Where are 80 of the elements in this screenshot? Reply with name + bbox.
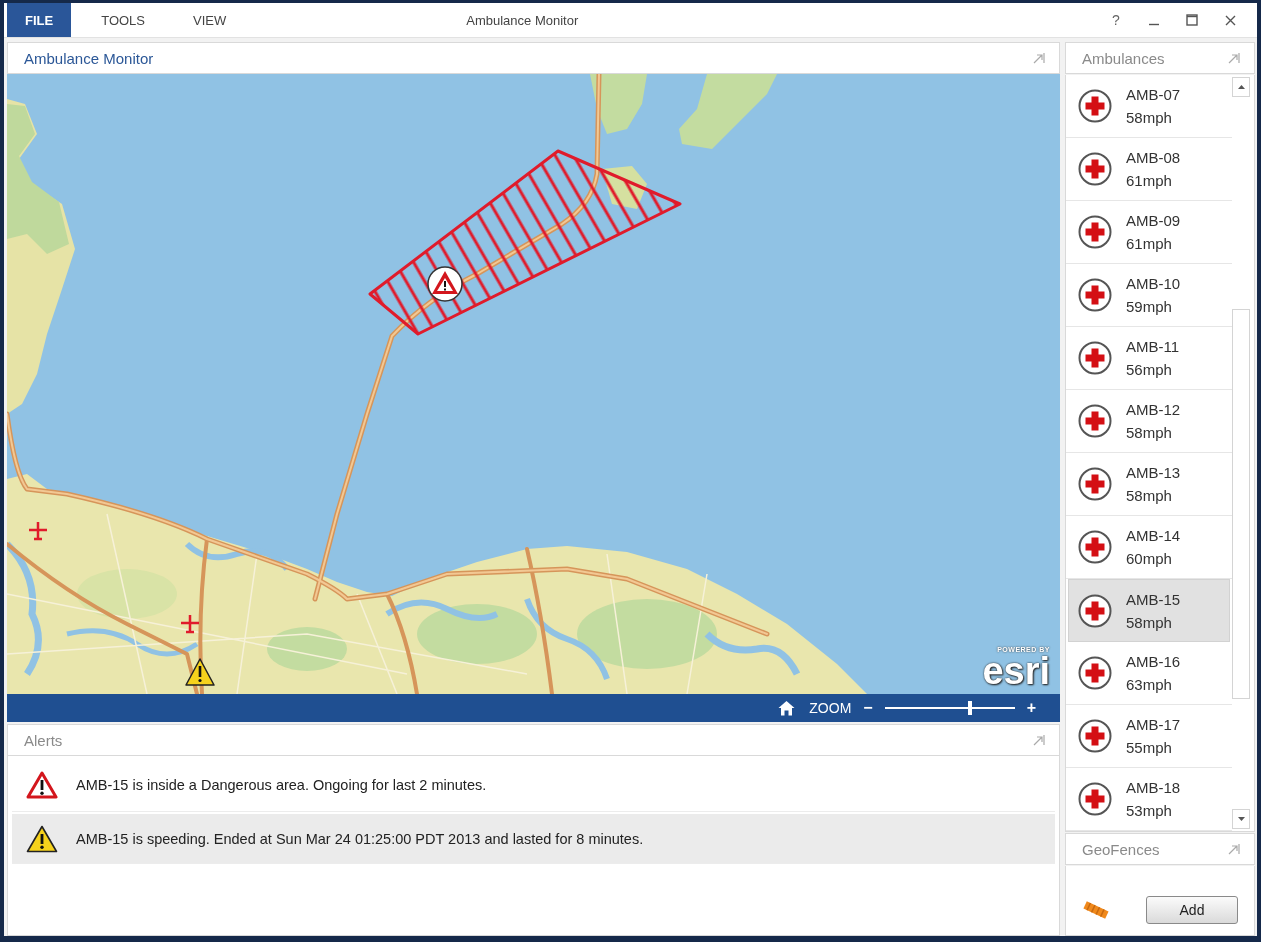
ambulance-list-item[interactable]: AMB-08 61mph xyxy=(1066,138,1232,201)
warning-triangle-icon xyxy=(26,824,58,853)
ambulance-speed: 55mph xyxy=(1126,738,1173,758)
medical-cross-icon xyxy=(1078,656,1112,690)
ambulance-name: AMB-09 xyxy=(1126,211,1181,231)
window-title: Ambulance Monitor xyxy=(466,12,579,28)
alert-row[interactable]: AMB-15 is speeding. Ended at Sun Mar 24 01:25:00 PDT 2013 and lasted for 8 minutes. xyxy=(12,814,1055,864)
ambulance-name: AMB-11 xyxy=(1126,337,1180,357)
ambulance-list-item[interactable]: AMB-07 58mph xyxy=(1066,75,1232,138)
ambulance-name: AMB-17 xyxy=(1126,715,1181,735)
warning-marker-icon xyxy=(185,658,215,686)
panel-title: GeoFences xyxy=(1082,840,1160,858)
zoom-label: ZOOM xyxy=(809,700,852,716)
medical-cross-icon xyxy=(1078,152,1112,186)
danger-marker-icon xyxy=(427,266,463,302)
ambulance-name: AMB-15 xyxy=(1126,589,1181,610)
medical-cross-icon xyxy=(1078,782,1112,816)
ambulance-list-item[interactable]: AMB-16 63mph xyxy=(1066,642,1232,705)
scroll-down-button[interactable] xyxy=(1232,809,1250,829)
help-button[interactable]: ? xyxy=(1097,12,1135,28)
menu-tab[interactable]: FILE xyxy=(7,3,72,37)
scrollbar-thumb[interactable] xyxy=(1232,309,1250,699)
map-logo: esri xyxy=(982,654,1050,688)
medical-cross-icon xyxy=(1078,404,1112,438)
ambulance-name: AMB-16 xyxy=(1126,652,1181,672)
menu-tab[interactable]: VIEW xyxy=(175,3,245,37)
alert-row[interactable]: AMB-15 is inside a Dangerous area. Ongoing for last 2 minutes. xyxy=(12,758,1055,812)
scroll-up-button[interactable] xyxy=(1232,77,1250,97)
medical-cross-icon xyxy=(1078,215,1112,249)
ambulance-list-item[interactable]: AMB-17 55mph xyxy=(1066,705,1232,768)
ambulance-speed: 58mph xyxy=(1126,486,1173,506)
ambulance-name: AMB-10 xyxy=(1126,274,1181,294)
close-icon[interactable] xyxy=(1224,14,1236,26)
ambulance-name: AMB-07 xyxy=(1126,85,1181,105)
zoom-in-button[interactable]: + xyxy=(1024,699,1038,717)
ambulance-speed: 61mph xyxy=(1126,234,1173,254)
panel-title: Ambulances xyxy=(1082,49,1165,67)
ambulance-list-item[interactable]: AMB-11 56mph xyxy=(1066,327,1232,390)
ambulance-speed: 56mph xyxy=(1126,360,1173,380)
ambulance-speed: 58mph xyxy=(1126,612,1173,633)
ambulance-list-item[interactable]: AMB-13 58mph xyxy=(1066,453,1232,516)
medical-cross-icon xyxy=(1078,719,1112,753)
zoom-slider-thumb[interactable] xyxy=(968,701,973,715)
zoom-out-button[interactable]: − xyxy=(861,699,875,717)
airplane-icon xyxy=(179,613,201,635)
panel-title: Alerts xyxy=(24,731,63,749)
ambulance-speed: 58mph xyxy=(1126,108,1173,128)
medical-cross-icon xyxy=(1078,278,1112,312)
ambulance-name: AMB-12 xyxy=(1126,400,1181,420)
ambulance-list-item[interactable]: AMB-12 58mph xyxy=(1066,390,1232,453)
ambulance-speed: 63mph xyxy=(1126,675,1173,695)
ambulance-list-item[interactable]: AMB-10 59mph xyxy=(1066,264,1232,327)
ambulance-list-item[interactable]: AMB-09 61mph xyxy=(1066,201,1232,264)
medical-cross-icon xyxy=(1078,467,1112,501)
ambulance-speed: 61mph xyxy=(1126,171,1173,191)
alert-message: AMB-15 is inside a Dangerous area. Ongoing for last 2 minutes. xyxy=(76,776,487,793)
panel-title: Ambulance Monitor xyxy=(24,49,154,67)
caret-up-icon xyxy=(1237,85,1245,89)
ambulance-name: AMB-14 xyxy=(1126,526,1181,546)
ambulance-speed: 59mph xyxy=(1126,297,1173,317)
ambulance-list-item[interactable]: AMB-15 58mph xyxy=(1068,579,1230,642)
ambulance-name: AMB-08 xyxy=(1126,148,1181,168)
menu-tab[interactable]: TOOLS xyxy=(83,3,163,37)
danger-triangle-icon xyxy=(26,770,58,799)
ambulance-name: AMB-18 xyxy=(1126,778,1181,798)
medical-cross-icon xyxy=(1078,530,1112,564)
alert-message: AMB-15 is speeding. Ended at Sun Mar 24 01:25:00 PDT 2013 and lasted for 8 minutes. xyxy=(76,830,644,847)
medical-cross-icon xyxy=(1078,89,1112,123)
ambulance-speed: 60mph xyxy=(1126,549,1173,569)
ambulance-list-item[interactable]: AMB-18 53mph xyxy=(1066,768,1232,831)
medical-cross-icon xyxy=(1078,341,1112,375)
airplane-icon xyxy=(27,520,49,542)
add-button[interactable]: Add xyxy=(1146,895,1238,924)
ambulance-speed: 58mph xyxy=(1126,423,1173,443)
ambulance-speed: 53mph xyxy=(1126,801,1173,821)
maximize-icon[interactable] xyxy=(1186,14,1198,26)
home-icon[interactable] xyxy=(778,700,796,716)
medical-cross-icon xyxy=(1078,593,1112,628)
ambulance-name: AMB-13 xyxy=(1126,463,1181,483)
caret-down-icon xyxy=(1237,817,1245,821)
